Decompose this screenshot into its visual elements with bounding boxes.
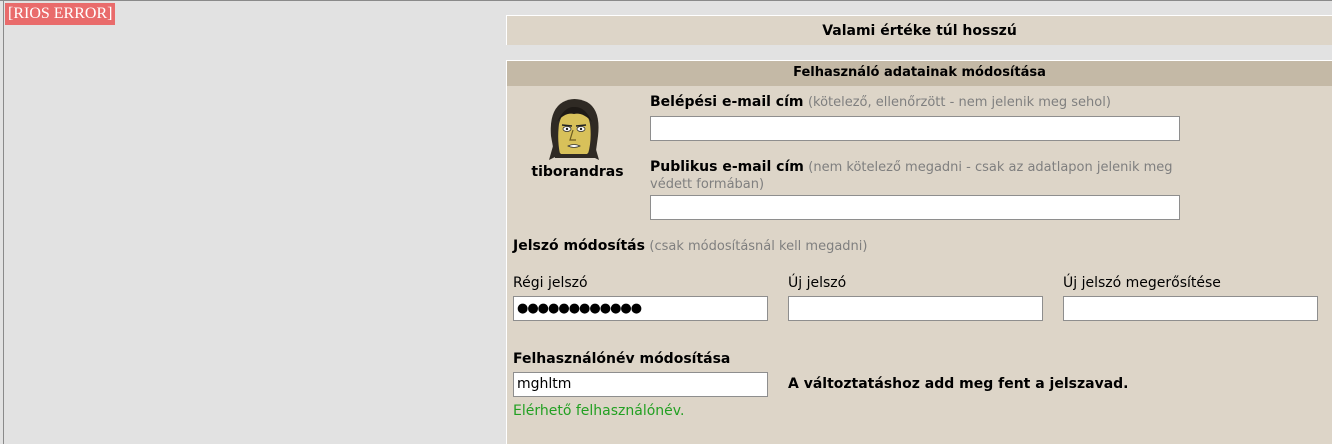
rios-error-badge: [RIOS ERROR] (5, 3, 116, 25)
panel-title: Felhasználó adatainak módosítása (507, 60, 1332, 86)
old-password-input[interactable]: ●●●●●●●●●●●● (513, 296, 768, 321)
confirm-password-input[interactable] (1063, 296, 1318, 321)
public-email-label: Publikus e-mail cím (nem kötelező megadn… (650, 159, 1190, 193)
profile-username: tiborandras (531, 164, 624, 180)
new-password-input[interactable] (788, 296, 1043, 321)
password-section-hint: (csak módosításnál kell megadni) (649, 239, 868, 254)
login-email-label-text: Belépési e-mail cím (650, 94, 804, 110)
login-email-label: Belépési e-mail cím (kötelező, ellenőrzö… (650, 94, 1111, 110)
error-message-bar: Valami értéke túl hosszú (506, 15, 1332, 45)
confirm-password-label: Új jelszó megerősítése (1063, 275, 1221, 291)
public-email-input[interactable] (650, 195, 1180, 220)
username-available-status: Elérhető felhasználónév. (513, 403, 685, 419)
old-password-label: Régi jelszó (513, 275, 588, 291)
window-left-border (3, 0, 4, 444)
caricature-avatar-icon (543, 96, 605, 160)
login-email-input[interactable] (650, 116, 1180, 141)
password-section-label: Jelszó módosítás (csak módosításnál kell… (513, 238, 867, 254)
window-top-border (0, 0, 1332, 1)
username-change-title: Felhasználónév módosítása (513, 351, 731, 367)
login-email-hint: (kötelező, ellenőrzött - nem jelenik meg… (807, 95, 1111, 110)
public-email-label-text: Publikus e-mail cím (650, 159, 804, 175)
username-change-label: Felhasználónév módosítása (513, 351, 730, 367)
new-username-input[interactable]: mghltm (513, 372, 768, 397)
new-password-label: Új jelszó (788, 275, 847, 291)
user-settings-panel: Felhasználó adatainak módosítása tiboran… (506, 60, 1332, 444)
username-change-notice: A változtatáshoz add meg fent a jelszava… (788, 376, 1129, 392)
password-section-title: Jelszó módosítás (513, 238, 645, 254)
